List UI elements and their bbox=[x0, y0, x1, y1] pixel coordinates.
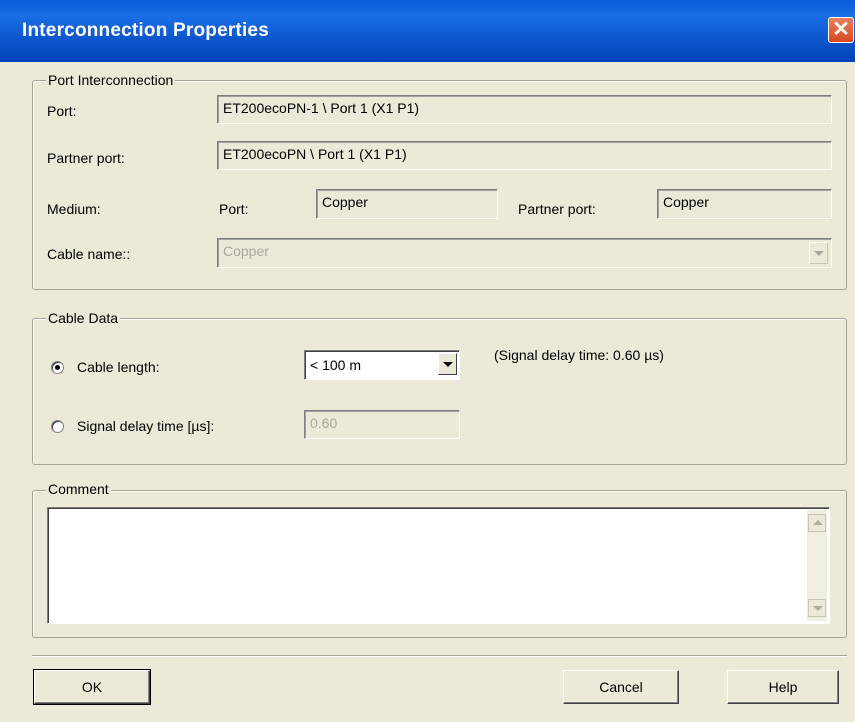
cable-name-dropdown-button bbox=[809, 242, 828, 264]
port-interconnection-legend: Port Interconnection bbox=[46, 72, 176, 88]
cable-length-radio[interactable] bbox=[51, 361, 64, 374]
medium-port-label: Port: bbox=[219, 201, 249, 217]
cable-length-dropdown-button[interactable] bbox=[438, 353, 457, 375]
cable-name-value: Copper bbox=[223, 243, 269, 259]
arrow-down-icon bbox=[813, 606, 823, 611]
window-title: Interconnection Properties bbox=[22, 20, 269, 41]
button-separator bbox=[32, 655, 847, 657]
medium-label: Medium: bbox=[47, 201, 101, 217]
signal-delay-field: 0.60 bbox=[304, 410, 460, 439]
comment-legend: Comment bbox=[46, 481, 111, 497]
radio-selected-dot bbox=[55, 365, 60, 370]
help-button[interactable]: Help bbox=[727, 670, 839, 704]
chevron-down-icon bbox=[443, 362, 453, 367]
cable-length-label[interactable]: Cable length: bbox=[77, 359, 160, 375]
medium-port-field[interactable]: Copper bbox=[316, 189, 498, 219]
comment-scrollbar[interactable] bbox=[807, 510, 827, 621]
cable-length-value: < 100 m bbox=[310, 357, 361, 373]
signal-delay-radio[interactable] bbox=[51, 420, 64, 433]
close-icon: ✕ bbox=[832, 18, 850, 41]
close-button[interactable]: ✕ bbox=[828, 17, 854, 43]
cable-data-legend: Cable Data bbox=[46, 310, 121, 326]
port-field[interactable]: ET200ecoPN-1 \ Port 1 (X1 P1) bbox=[217, 95, 832, 124]
cancel-button[interactable]: Cancel bbox=[563, 670, 679, 704]
partner-port-label: Partner port: bbox=[47, 150, 125, 166]
chevron-down-icon bbox=[814, 251, 824, 256]
cable-name-dropdown: Copper bbox=[217, 238, 832, 268]
cable-data-group bbox=[32, 318, 847, 465]
cable-length-dropdown[interactable]: < 100 m bbox=[304, 350, 460, 380]
medium-partner-port-field[interactable]: Copper bbox=[657, 189, 832, 219]
arrow-up-icon bbox=[813, 520, 823, 525]
ok-button[interactable]: OK bbox=[33, 669, 151, 705]
title-bar: Interconnection Properties ✕ bbox=[0, 0, 855, 62]
partner-port-field[interactable]: ET200ecoPN \ Port 1 (X1 P1) bbox=[217, 141, 832, 170]
scroll-down-button[interactable] bbox=[808, 599, 826, 617]
medium-partner-port-label: Partner port: bbox=[518, 201, 596, 217]
port-label: Port: bbox=[47, 103, 77, 119]
signal-delay-note: (Signal delay time: 0.60 µs) bbox=[494, 347, 664, 363]
signal-delay-label[interactable]: Signal delay time [µs]: bbox=[77, 418, 214, 434]
comment-textarea[interactable] bbox=[47, 507, 830, 624]
scroll-up-button[interactable] bbox=[808, 514, 826, 532]
cable-name-label: Cable name:: bbox=[47, 246, 131, 262]
